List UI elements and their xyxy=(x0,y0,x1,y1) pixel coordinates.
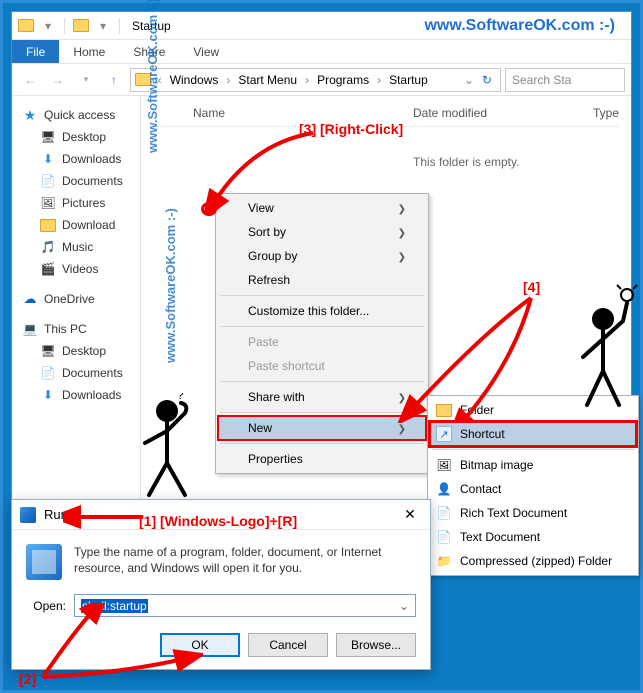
desktop-icon xyxy=(40,129,56,145)
txt-icon xyxy=(436,529,452,545)
sidebar-item-desktop[interactable]: Desktop xyxy=(12,340,140,362)
run-description: Type the name of a program, folder, docu… xyxy=(74,544,416,580)
sub-txt[interactable]: Text Document xyxy=(430,525,636,549)
sidebar-item-music[interactable]: Music xyxy=(12,236,140,258)
ctx-view[interactable]: View xyxy=(218,196,426,220)
run-input[interactable]: shell:startup xyxy=(74,594,416,617)
cloud-icon xyxy=(22,291,38,307)
crumb[interactable]: Programs xyxy=(313,73,373,87)
browse-button[interactable]: Browse... xyxy=(336,633,416,657)
desktop-icon xyxy=(40,343,56,359)
folder-icon-2 xyxy=(73,18,89,34)
open-label: Open: xyxy=(26,599,66,613)
ctx-paste: Paste xyxy=(218,330,426,354)
download-icon xyxy=(40,151,56,167)
sub-zip[interactable]: Compressed (zipped) Folder xyxy=(430,549,636,573)
crumb[interactable]: Startup xyxy=(385,73,432,87)
breadcrumb-box[interactable]: « Windows› Start Menu› Programs› Startup… xyxy=(130,68,501,92)
sidebar-onedrive[interactable]: OneDrive xyxy=(12,288,140,310)
download-icon xyxy=(40,387,56,403)
document-icon xyxy=(40,365,56,381)
ctx-customize[interactable]: Customize this folder... xyxy=(218,299,426,323)
folder-icon xyxy=(18,18,34,34)
col-modified[interactable]: Date modified xyxy=(413,106,553,120)
up-button[interactable]: ↑ xyxy=(102,68,126,92)
empty-folder-text: This folder is empty. xyxy=(153,127,619,169)
ctx-paste-shortcut: Paste shortcut xyxy=(218,354,426,378)
column-headers: Name Date modified Type xyxy=(153,102,619,127)
col-type[interactable]: Type xyxy=(593,106,619,120)
sidebar-item-documents[interactable]: Documents xyxy=(12,170,140,192)
ctx-share[interactable]: Share with xyxy=(218,385,426,409)
sidebar-this-pc[interactable]: This PC xyxy=(12,318,140,340)
video-icon xyxy=(40,261,56,277)
context-menu: View Sort by Group by Refresh Customize … xyxy=(215,193,429,474)
star-icon xyxy=(22,107,38,123)
svg-text:?: ? xyxy=(177,393,184,402)
ctx-group[interactable]: Group by xyxy=(218,244,426,268)
overflow-icon[interactable]: ▾ xyxy=(95,18,111,34)
tab-view[interactable]: View xyxy=(179,40,233,63)
watermark-link: www.SoftwareOK.com :-) xyxy=(424,17,625,35)
sub-contact[interactable]: Contact xyxy=(430,477,636,501)
sidebar-item-downloads[interactable]: Downloads xyxy=(12,148,140,170)
crumb[interactable]: Start Menu xyxy=(234,73,301,87)
window-title: Startup xyxy=(128,19,418,33)
stickman-idea xyxy=(563,283,643,413)
address-bar: ← → ▾ ↑ « Windows› Start Menu› Programs›… xyxy=(12,64,631,96)
rtf-icon xyxy=(436,505,452,521)
search-input[interactable]: Search Sta xyxy=(505,68,625,92)
ribbon-tabs: File Home Share View xyxy=(12,40,631,64)
ctx-properties[interactable]: Properties xyxy=(218,447,426,471)
picture-icon xyxy=(40,195,56,211)
forward-button: → xyxy=(46,68,70,92)
tab-file[interactable]: File xyxy=(12,40,59,63)
nav-sidebar: Quick access Desktop Downloads Documents… xyxy=(12,96,141,550)
run-dialog: Run ✕ Type the name of a program, folder… xyxy=(11,499,431,670)
ok-button[interactable]: OK xyxy=(160,633,240,657)
music-icon xyxy=(40,239,56,255)
col-name[interactable]: Name xyxy=(193,106,373,120)
pc-icon xyxy=(22,321,38,337)
sidebar-quick-access[interactable]: Quick access xyxy=(12,104,140,126)
watermark-vertical-2: www.SoftwareOK.com :-) xyxy=(163,208,178,363)
click-marker xyxy=(201,202,217,216)
sub-rtf[interactable]: Rich Text Document xyxy=(430,501,636,525)
cancel-button[interactable]: Cancel xyxy=(248,633,328,657)
folder-icon xyxy=(40,217,56,233)
new-submenu: Folder Shortcut Bitmap image Contact Ric… xyxy=(427,395,639,576)
folder-icon xyxy=(436,402,452,418)
shortcut-icon xyxy=(436,426,452,442)
titlebar: ▾ ▾ Startup www.SoftwareOK.com :-) xyxy=(12,12,631,40)
dropdown-icon[interactable]: ▾ xyxy=(40,18,56,34)
sidebar-item-download[interactable]: Download xyxy=(12,214,140,236)
run-icon xyxy=(20,507,36,523)
sidebar-item-videos[interactable]: Videos xyxy=(12,258,140,280)
ctx-sort[interactable]: Sort by xyxy=(218,220,426,244)
watermark-vertical: www.SoftwareOK.com :-) xyxy=(145,0,160,153)
ctx-refresh[interactable]: Refresh xyxy=(218,268,426,292)
back-button[interactable]: ← xyxy=(18,68,42,92)
run-titlebar: Run ✕ xyxy=(12,500,430,530)
sidebar-item-documents[interactable]: Documents xyxy=(12,362,140,384)
annotation-2: [2] xyxy=(19,671,36,687)
tab-home[interactable]: Home xyxy=(59,40,119,63)
run-big-icon xyxy=(26,544,62,580)
close-button[interactable]: ✕ xyxy=(398,506,422,523)
ctx-new[interactable]: New xyxy=(218,416,426,440)
run-title: Run xyxy=(44,507,398,522)
sidebar-item-downloads[interactable]: Downloads xyxy=(12,384,140,406)
sidebar-item-pictures[interactable]: Pictures xyxy=(12,192,140,214)
sub-bitmap[interactable]: Bitmap image xyxy=(430,453,636,477)
zip-icon xyxy=(436,553,452,569)
document-icon xyxy=(40,173,56,189)
crumb[interactable]: Windows xyxy=(166,73,223,87)
contact-icon xyxy=(436,481,452,497)
bitmap-icon xyxy=(436,457,452,473)
sidebar-item-desktop[interactable]: Desktop xyxy=(12,126,140,148)
stickman-thinking: ? xyxy=(127,393,207,503)
recent-button[interactable]: ▾ xyxy=(74,68,98,92)
sub-shortcut[interactable]: Shortcut xyxy=(430,422,636,446)
